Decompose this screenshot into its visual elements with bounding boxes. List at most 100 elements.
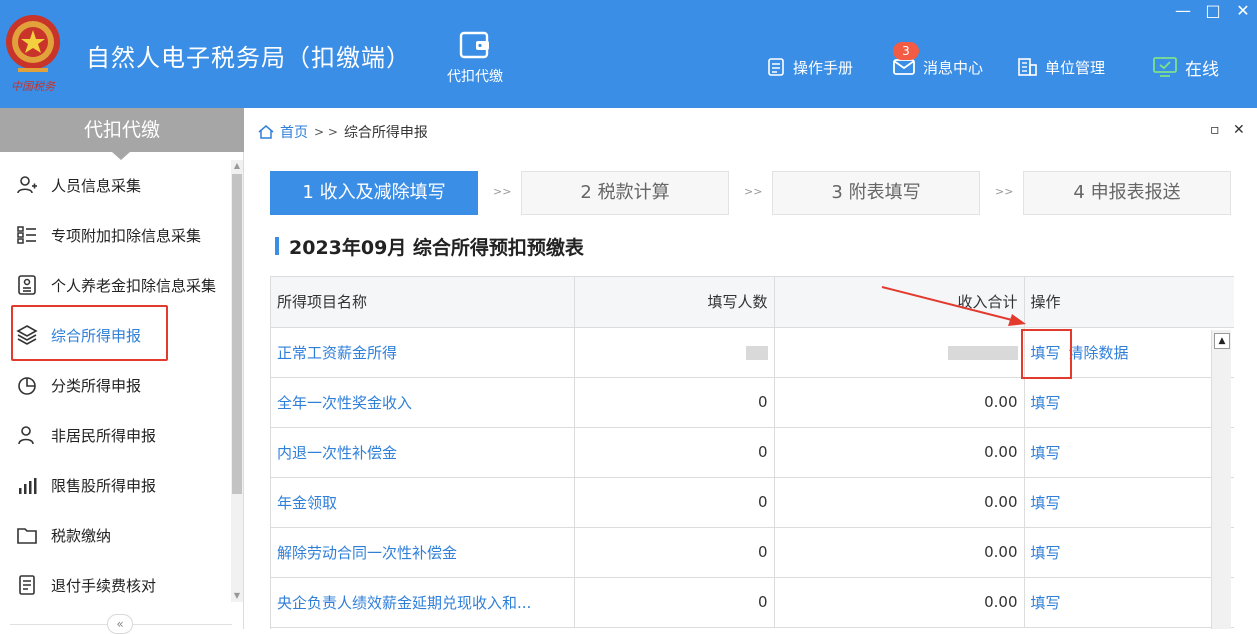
sidebar-scrollbar[interactable]: ▲ ▼ [231, 160, 243, 602]
table-row: 正常工资薪金所得 填写 清除数据 [271, 327, 1234, 378]
row-item-name[interactable]: 正常工资薪金所得 [271, 327, 575, 378]
sidebar-item-label: 分类所得申报 [51, 376, 142, 395]
panel-close-button[interactable]: ✕ [1233, 122, 1245, 138]
sidebar-item-special-deduction[interactable]: 专项附加扣除信息采集 [0, 210, 232, 260]
fill-link[interactable]: 填写 [1031, 544, 1061, 562]
clear-data-link[interactable]: 清除数据 [1069, 344, 1129, 362]
sidebar-item-label: 退付手续费核对 [51, 576, 157, 595]
sidebar-item-personnel-info[interactable]: 人员信息采集 [0, 160, 232, 210]
message-count-badge: 3 [893, 42, 919, 60]
step-arrow: >> [493, 185, 512, 198]
sidebar-item-label: 专项附加扣除信息采集 [51, 226, 202, 245]
unit-management-label: 单位管理 [1045, 58, 1106, 77]
fill-link[interactable]: 填写 [1031, 494, 1061, 512]
document-icon [19, 575, 35, 595]
app-title: 自然人电子税务局（扣缴端） [86, 44, 411, 72]
emblem-text: 中国税务 [11, 80, 56, 93]
step-tax-calculation[interactable]: 2 税款计算 [521, 171, 729, 215]
minimize-button[interactable]: — [1172, 2, 1194, 20]
row-count: 0 [574, 377, 775, 428]
table-row: 央企负责人绩效薪金延期兑现收入和... 0 0.00 填写 [271, 577, 1234, 628]
row-income-total: 0.00 [774, 377, 1025, 428]
panel-restore-button[interactable]: ▫ [1210, 122, 1220, 138]
row-item-name[interactable]: 年金领取 [271, 477, 575, 528]
manual-label: 操作手册 [793, 58, 854, 77]
fill-link[interactable]: 填写 [1031, 444, 1061, 462]
step-income-deduction[interactable]: 1 收入及减除填写 [270, 171, 478, 215]
manual-icon [768, 58, 784, 76]
nav-tab-withholding[interactable]: 代扣代缴 [440, 30, 510, 100]
row-item-name[interactable]: 全年一次性奖金收入 [271, 377, 575, 428]
folder-icon [17, 528, 37, 544]
step-arrow: >> [995, 185, 1014, 198]
redacted-value [947, 345, 1018, 360]
sidebar-title-pointer [112, 152, 130, 160]
scroll-up-arrow-icon[interactable]: ▲ [1214, 333, 1230, 349]
scroll-up-arrow-icon[interactable]: ▲ [231, 160, 243, 172]
sidebar-item-label: 税款缴纳 [51, 526, 112, 545]
table-header-row: 所得项目名称 填写人数 收入合计 操作 [271, 277, 1234, 328]
home-icon[interactable] [257, 123, 275, 141]
step-attachment[interactable]: 3 附表填写 [772, 171, 980, 215]
tax-emblem-logo: 中国税务 [6, 15, 60, 93]
sidebar-menu: 人员信息采集 专项附加扣除信息采集 个人养老金扣除信息采集 综合所得申报 分类所… [0, 160, 232, 610]
manual-button[interactable]: 操作手册 [766, 56, 853, 78]
maximize-button[interactable]: □ [1202, 2, 1224, 20]
col-header-operation: 操作 [1024, 277, 1234, 328]
list-icon [17, 226, 36, 244]
sidebar-item-nonresident-income[interactable]: 非居民所得申报 [0, 410, 232, 460]
sidebar-item-classified-income[interactable]: 分类所得申报 [0, 360, 232, 410]
highlight-box-fill [1021, 329, 1072, 379]
sidebar-item-pension-deduction[interactable]: 个人养老金扣除信息采集 [0, 260, 232, 310]
id-card-icon [18, 275, 36, 295]
row-operations: 填写 [1024, 477, 1234, 528]
breadcrumb-home-link[interactable]: 首页 [280, 122, 308, 142]
breadcrumb-current: 综合所得申报 [343, 125, 428, 141]
scroll-down-arrow-icon[interactable]: ▼ [231, 590, 243, 602]
highlight-box-sidebar [11, 305, 168, 361]
col-header-item-name: 所得项目名称 [271, 277, 575, 328]
person-add-icon [17, 176, 37, 194]
fill-link[interactable]: 填写 [1031, 594, 1061, 612]
row-operations: 填写 [1024, 527, 1234, 578]
main-content: 首页 > > 综合所得申报 ▫ ✕ 1 收入及减除填写 >> 2 税款计算 >>… [245, 108, 1257, 629]
sidebar-collapse-button[interactable]: « [107, 614, 133, 634]
row-count: 0 [574, 477, 775, 528]
message-center-label: 消息中心 [923, 58, 984, 77]
step-submit-report[interactable]: 4 申报表报送 [1023, 171, 1231, 215]
row-income-redacted [774, 327, 1025, 378]
redacted-value [745, 345, 768, 360]
sidebar-item-tax-payment[interactable]: 税款缴纳 [0, 510, 232, 560]
row-item-name[interactable]: 央企负责人绩效薪金延期兑现收入和... [271, 577, 575, 628]
row-operations: 填写 [1024, 377, 1234, 428]
mail-icon [893, 59, 915, 75]
row-operations: 填写 [1024, 577, 1234, 628]
table-row: 内退一次性补偿金 0 0.00 填写 [271, 427, 1234, 478]
row-income-total: 0.00 [774, 527, 1025, 578]
fill-link[interactable]: 填写 [1031, 394, 1061, 412]
bar-chart-icon [19, 478, 37, 494]
row-income-total: 0.00 [774, 427, 1025, 478]
monitor-check-icon [1153, 57, 1177, 77]
online-status[interactable]: 在线 [1152, 56, 1219, 80]
row-item-name[interactable]: 解除劳动合同一次性补偿金 [271, 527, 575, 578]
step-arrow: >> [744, 185, 763, 198]
close-window-button[interactable]: ✕ [1232, 2, 1254, 20]
row-item-name[interactable]: 内退一次性补偿金 [271, 427, 575, 478]
sidebar-item-fee-refund-check[interactable]: 退付手续费核对 [0, 560, 232, 610]
sidebar-item-label: 人员信息采集 [51, 176, 142, 195]
sidebar-scroll-thumb[interactable] [232, 174, 242, 494]
table-row: 全年一次性奖金收入 0 0.00 填写 [271, 377, 1234, 428]
row-count: 0 [574, 577, 775, 628]
sidebar-item-restricted-shares[interactable]: 限售股所得申报 [0, 460, 232, 510]
wallet-icon [459, 31, 489, 59]
building-icon [1018, 58, 1037, 76]
col-header-income-total: 收入合计 [774, 277, 1025, 328]
unit-management-button[interactable]: 单位管理 [1016, 56, 1105, 78]
table-scrollbar[interactable]: ▲ [1211, 330, 1231, 629]
person-icon [18, 426, 34, 445]
breadcrumb: 首页 > > 综合所得申报 [257, 122, 428, 142]
nav-tab-label: 代扣代缴 [447, 69, 503, 85]
row-count: 0 [574, 427, 775, 478]
row-operations: 填写 [1024, 427, 1234, 478]
